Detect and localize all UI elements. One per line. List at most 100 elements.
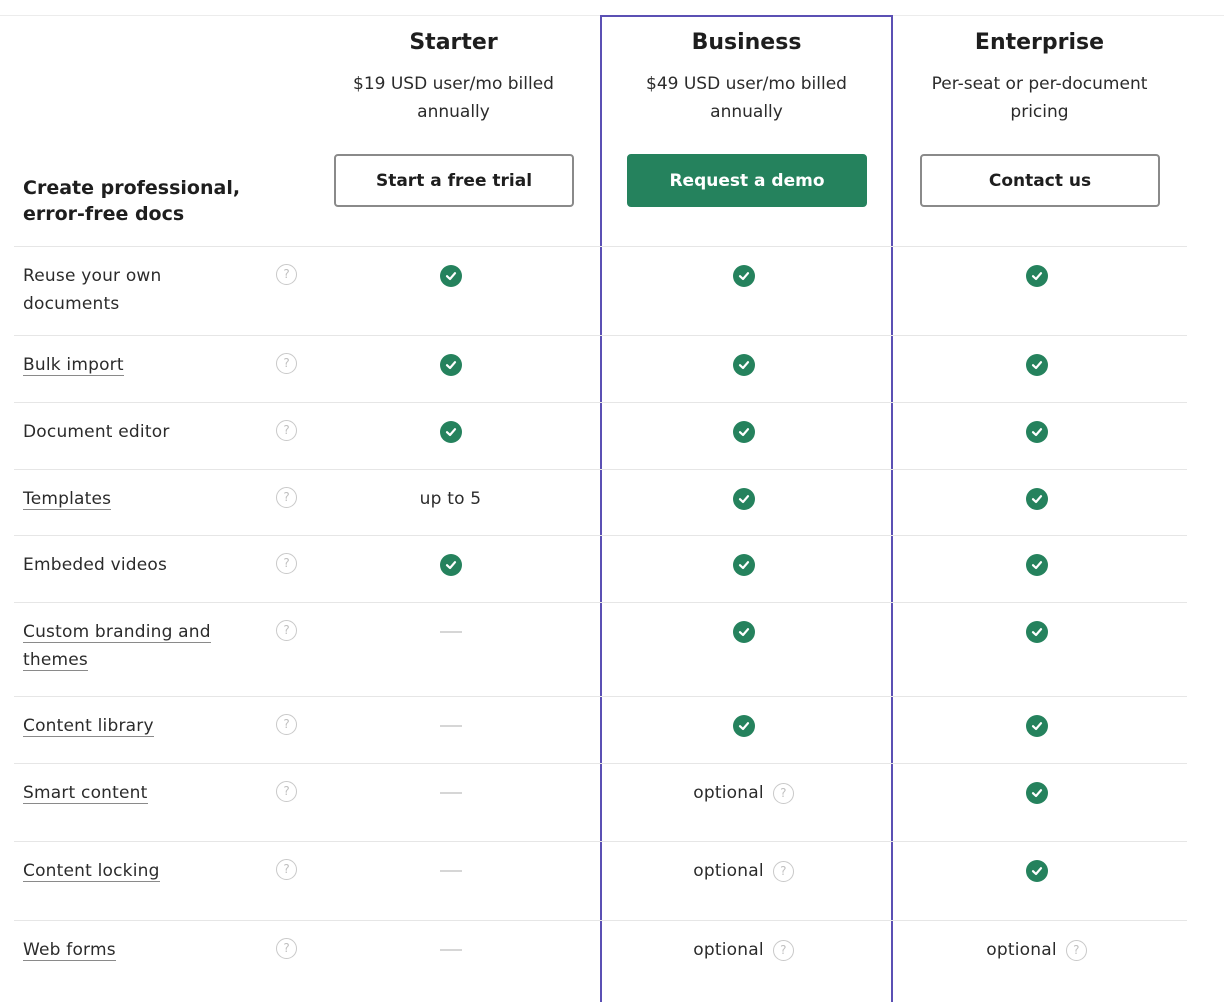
- check-icon: [1025, 554, 1048, 576]
- feature-row: Templates? up to 5: [14, 469, 1187, 535]
- check-icon: [1025, 621, 1048, 643]
- check-icon: [1025, 354, 1048, 376]
- feature-label-text[interactable]: Bulk import: [23, 355, 124, 376]
- feature-label: Document editor: [23, 418, 253, 446]
- feature-label-text[interactable]: Smart content: [23, 783, 148, 804]
- feature-table: Reuse your own documents? Bulk import? Doc…: [14, 246, 1187, 998]
- plan-name: Starter: [409, 30, 498, 55]
- help-icon[interactable]: ?: [276, 353, 297, 374]
- plan-name: Enterprise: [974, 30, 1105, 55]
- cell-enterprise: [890, 261, 1183, 291]
- cell-business: [597, 550, 890, 580]
- help-icon[interactable]: ?: [276, 420, 297, 441]
- feature-row: Bulk import?: [14, 335, 1187, 402]
- help-icon[interactable]: ?: [1065, 939, 1087, 961]
- cell-starter: [304, 417, 597, 447]
- feature-label-text: Embeded videos: [23, 555, 168, 575]
- check-icon: [732, 421, 755, 443]
- cell-starter: [304, 778, 597, 808]
- cell-business: optional?: [597, 778, 890, 808]
- cell-value: optional: [986, 940, 1057, 960]
- check-icon: [732, 554, 755, 576]
- help-icon[interactable]: ?: [276, 859, 297, 880]
- feature-label-text[interactable]: Content locking: [23, 861, 160, 882]
- section-title: Create professional, error-free docs: [23, 177, 241, 225]
- check-icon: [732, 265, 755, 287]
- check-icon: [439, 354, 462, 376]
- cell-enterprise: optional?: [890, 935, 1183, 965]
- help-icon[interactable]: ?: [276, 781, 297, 802]
- feature-label-text[interactable]: Web forms: [23, 940, 116, 961]
- feature-label[interactable]: Content locking: [23, 857, 253, 885]
- cell-starter: [304, 550, 597, 580]
- check-icon: [439, 265, 462, 287]
- feature-label-text[interactable]: Templates: [23, 489, 112, 510]
- feature-row: Reuse your own documents?: [14, 246, 1187, 335]
- cell-enterprise: [890, 617, 1183, 647]
- help-icon[interactable]: ?: [276, 620, 297, 641]
- feature-label[interactable]: Bulk import: [23, 351, 253, 379]
- check-icon: [732, 354, 755, 376]
- help-icon[interactable]: ?: [772, 939, 794, 961]
- cell-starter: [304, 617, 597, 647]
- help-icon[interactable]: ?: [276, 938, 297, 959]
- help-icon[interactable]: ?: [276, 487, 297, 508]
- help-icon[interactable]: ?: [772, 860, 794, 882]
- help-icon[interactable]: ?: [772, 782, 794, 804]
- feature-label[interactable]: Templates: [23, 485, 253, 513]
- cell-starter: up to 5: [304, 484, 597, 514]
- help-icon[interactable]: ?: [276, 264, 297, 285]
- cell-business: optional?: [597, 856, 890, 886]
- not-included-dash-icon: [439, 949, 462, 951]
- plan-price: Per-seat or per-document pricing: [931, 74, 1148, 122]
- feature-label[interactable]: Content library: [23, 712, 253, 740]
- contact-us-button[interactable]: Contact us: [920, 154, 1160, 207]
- cell-starter: [304, 935, 597, 965]
- cell-starter: [304, 711, 597, 741]
- check-icon: [1025, 715, 1048, 737]
- plan-starter: Starter $19 USD user/mo billed annually …: [307, 28, 600, 207]
- feature-label[interactable]: Web forms: [23, 936, 253, 964]
- request-demo-button[interactable]: Request a demo: [627, 154, 867, 207]
- feature-label-text[interactable]: Custom branding and themes: [23, 622, 211, 671]
- cell-starter: [304, 350, 597, 380]
- plan-enterprise: Enterprise Per-seat or per-document pric…: [893, 28, 1186, 207]
- feature-row: Custom branding and themes?: [14, 602, 1187, 696]
- feature-label[interactable]: Custom branding and themes: [23, 618, 253, 674]
- not-included-dash-icon: [439, 870, 462, 872]
- cell-business: optional?: [597, 935, 890, 965]
- check-icon: [1025, 421, 1048, 443]
- feature-row: Content library?: [14, 696, 1187, 763]
- check-icon: [1025, 488, 1048, 510]
- check-icon: [732, 715, 755, 737]
- help-icon[interactable]: ?: [276, 714, 297, 735]
- not-included-dash-icon: [439, 725, 462, 727]
- cell-business: [597, 261, 890, 291]
- check-icon: [732, 621, 755, 643]
- cell-business: [597, 350, 890, 380]
- feature-label-text[interactable]: Content library: [23, 716, 154, 737]
- feature-label-text: Document editor: [23, 422, 170, 442]
- start-free-trial-button[interactable]: Start a free trial: [334, 154, 574, 207]
- check-icon: [439, 554, 462, 576]
- cell-business: [597, 617, 890, 647]
- cell-business: [597, 711, 890, 741]
- not-included-dash-icon: [439, 631, 462, 633]
- cell-enterprise: [890, 778, 1183, 808]
- feature-row: Embeded videos?: [14, 535, 1187, 602]
- cell-enterprise: [890, 711, 1183, 741]
- cell-enterprise: [890, 350, 1183, 380]
- cell-starter: [304, 856, 597, 886]
- cell-enterprise: [890, 484, 1183, 514]
- feature-label[interactable]: Smart content: [23, 779, 253, 807]
- feature-row: Content locking? optional?: [14, 841, 1187, 920]
- feature-label: Embeded videos: [23, 551, 253, 579]
- plan-price: $19 USD user/mo billed annually: [353, 74, 554, 122]
- check-icon: [732, 488, 755, 510]
- cell-value: optional: [693, 783, 764, 803]
- plan-price: $49 USD user/mo billed annually: [646, 74, 847, 122]
- not-included-dash-icon: [439, 792, 462, 794]
- help-icon[interactable]: ?: [276, 553, 297, 574]
- cell-value: optional: [693, 861, 764, 881]
- check-icon: [1025, 265, 1048, 287]
